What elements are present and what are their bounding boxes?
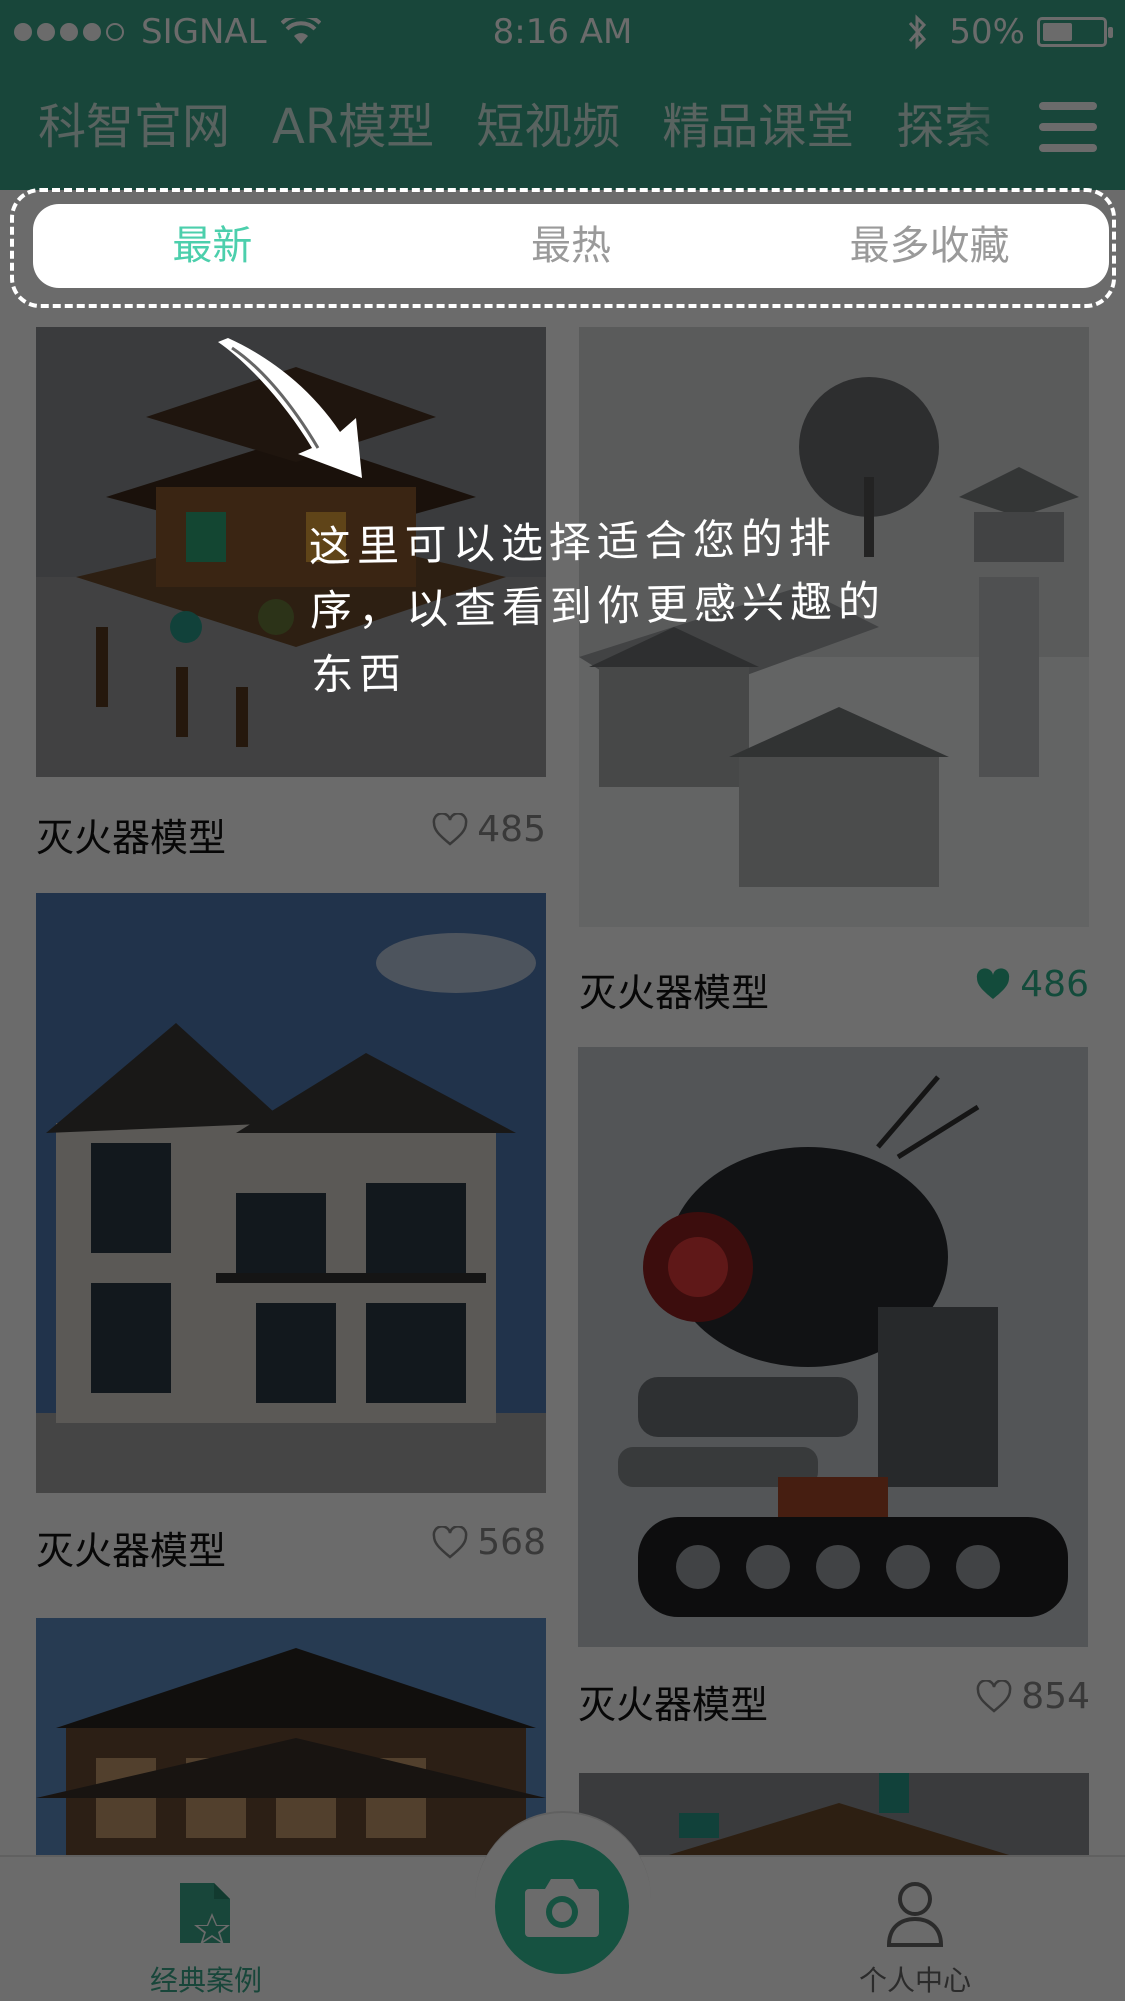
- hand-drawn-arrow-icon: [218, 338, 362, 478]
- card-title: 灭火器模型: [578, 1683, 769, 1727]
- feed-card[interactable]: 灭火器模型 854: [578, 1047, 1090, 1727]
- battery-icon: [1037, 17, 1113, 47]
- channel-tab-ar-models[interactable]: AR模型: [272, 94, 434, 160]
- tab-classic-cases[interactable]: 经典案例: [96, 1879, 316, 1999]
- person-icon: [886, 1882, 944, 1947]
- tab-label: 个人中心: [858, 1964, 971, 1997]
- heart-outline-icon: [432, 1525, 468, 1559]
- sort-tab-most-favorited[interactable]: 最多收藏: [750, 204, 1109, 288]
- card-title: 灭火器模型: [579, 971, 770, 1015]
- card-thumbnail[interactable]: [579, 1773, 1089, 1855]
- status-bar: SIGNAL 8:16 AM 50%: [0, 0, 1125, 64]
- feed-card[interactable]: [579, 1773, 1089, 1855]
- document-star-icon: [180, 1883, 230, 1945]
- camera-button[interactable]: [495, 1840, 629, 1974]
- like-number: 568: [477, 1522, 546, 1563]
- like-count[interactable]: 485: [431, 809, 546, 850]
- feed-card[interactable]: 灭火器模型 568: [36, 893, 546, 1573]
- heart-filled-icon: [977, 967, 1010, 999]
- tab-label: 经典案例: [149, 1964, 262, 1997]
- battery-percent: 50%: [949, 12, 1025, 52]
- channel-nav: 科智官网 AR模型 短视频 精品课堂 探索: [0, 64, 1125, 190]
- card-title: 灭火器模型: [36, 816, 227, 860]
- card-thumbnail[interactable]: [578, 1047, 1088, 1647]
- like-number: 854: [1021, 1676, 1090, 1717]
- card-thumbnail[interactable]: [36, 893, 546, 1493]
- heart-outline-icon: [976, 1679, 1012, 1713]
- card-thumbnail[interactable]: [36, 1618, 546, 1855]
- like-number: 485: [477, 809, 546, 850]
- like-count[interactable]: 854: [975, 1676, 1090, 1717]
- sort-tab-newest[interactable]: 最新: [33, 204, 392, 288]
- bluetooth-icon: [909, 14, 927, 50]
- heart-outline-icon: [432, 812, 468, 846]
- card-title: 灭火器模型: [36, 1529, 227, 1573]
- sort-bar: 最新 最热 最多收藏: [33, 204, 1109, 288]
- like-count[interactable]: 568: [431, 1522, 546, 1563]
- camera-icon: [525, 1879, 599, 1937]
- channel-tab-official-site[interactable]: 科智官网: [38, 94, 230, 160]
- channel-tab-courses[interactable]: 精品课堂: [662, 94, 854, 160]
- feed-card[interactable]: [36, 1618, 546, 1855]
- status-right: 50%: [907, 12, 1113, 52]
- channel-tab-short-video[interactable]: 短视频: [476, 94, 620, 160]
- tutorial-tip-text: 这里可以选择适合您的排序，以查看到你更感兴趣的东西: [308, 513, 887, 700]
- channel-tabs: 科智官网 AR模型 短视频 精品课堂 探索: [38, 94, 1034, 160]
- menu-icon[interactable]: [1039, 102, 1097, 152]
- tab-profile[interactable]: 个人中心: [805, 1879, 1025, 1999]
- like-count[interactable]: 486: [974, 964, 1089, 1005]
- like-number: 486: [1020, 964, 1089, 1005]
- sort-tab-hottest[interactable]: 最热: [392, 204, 751, 288]
